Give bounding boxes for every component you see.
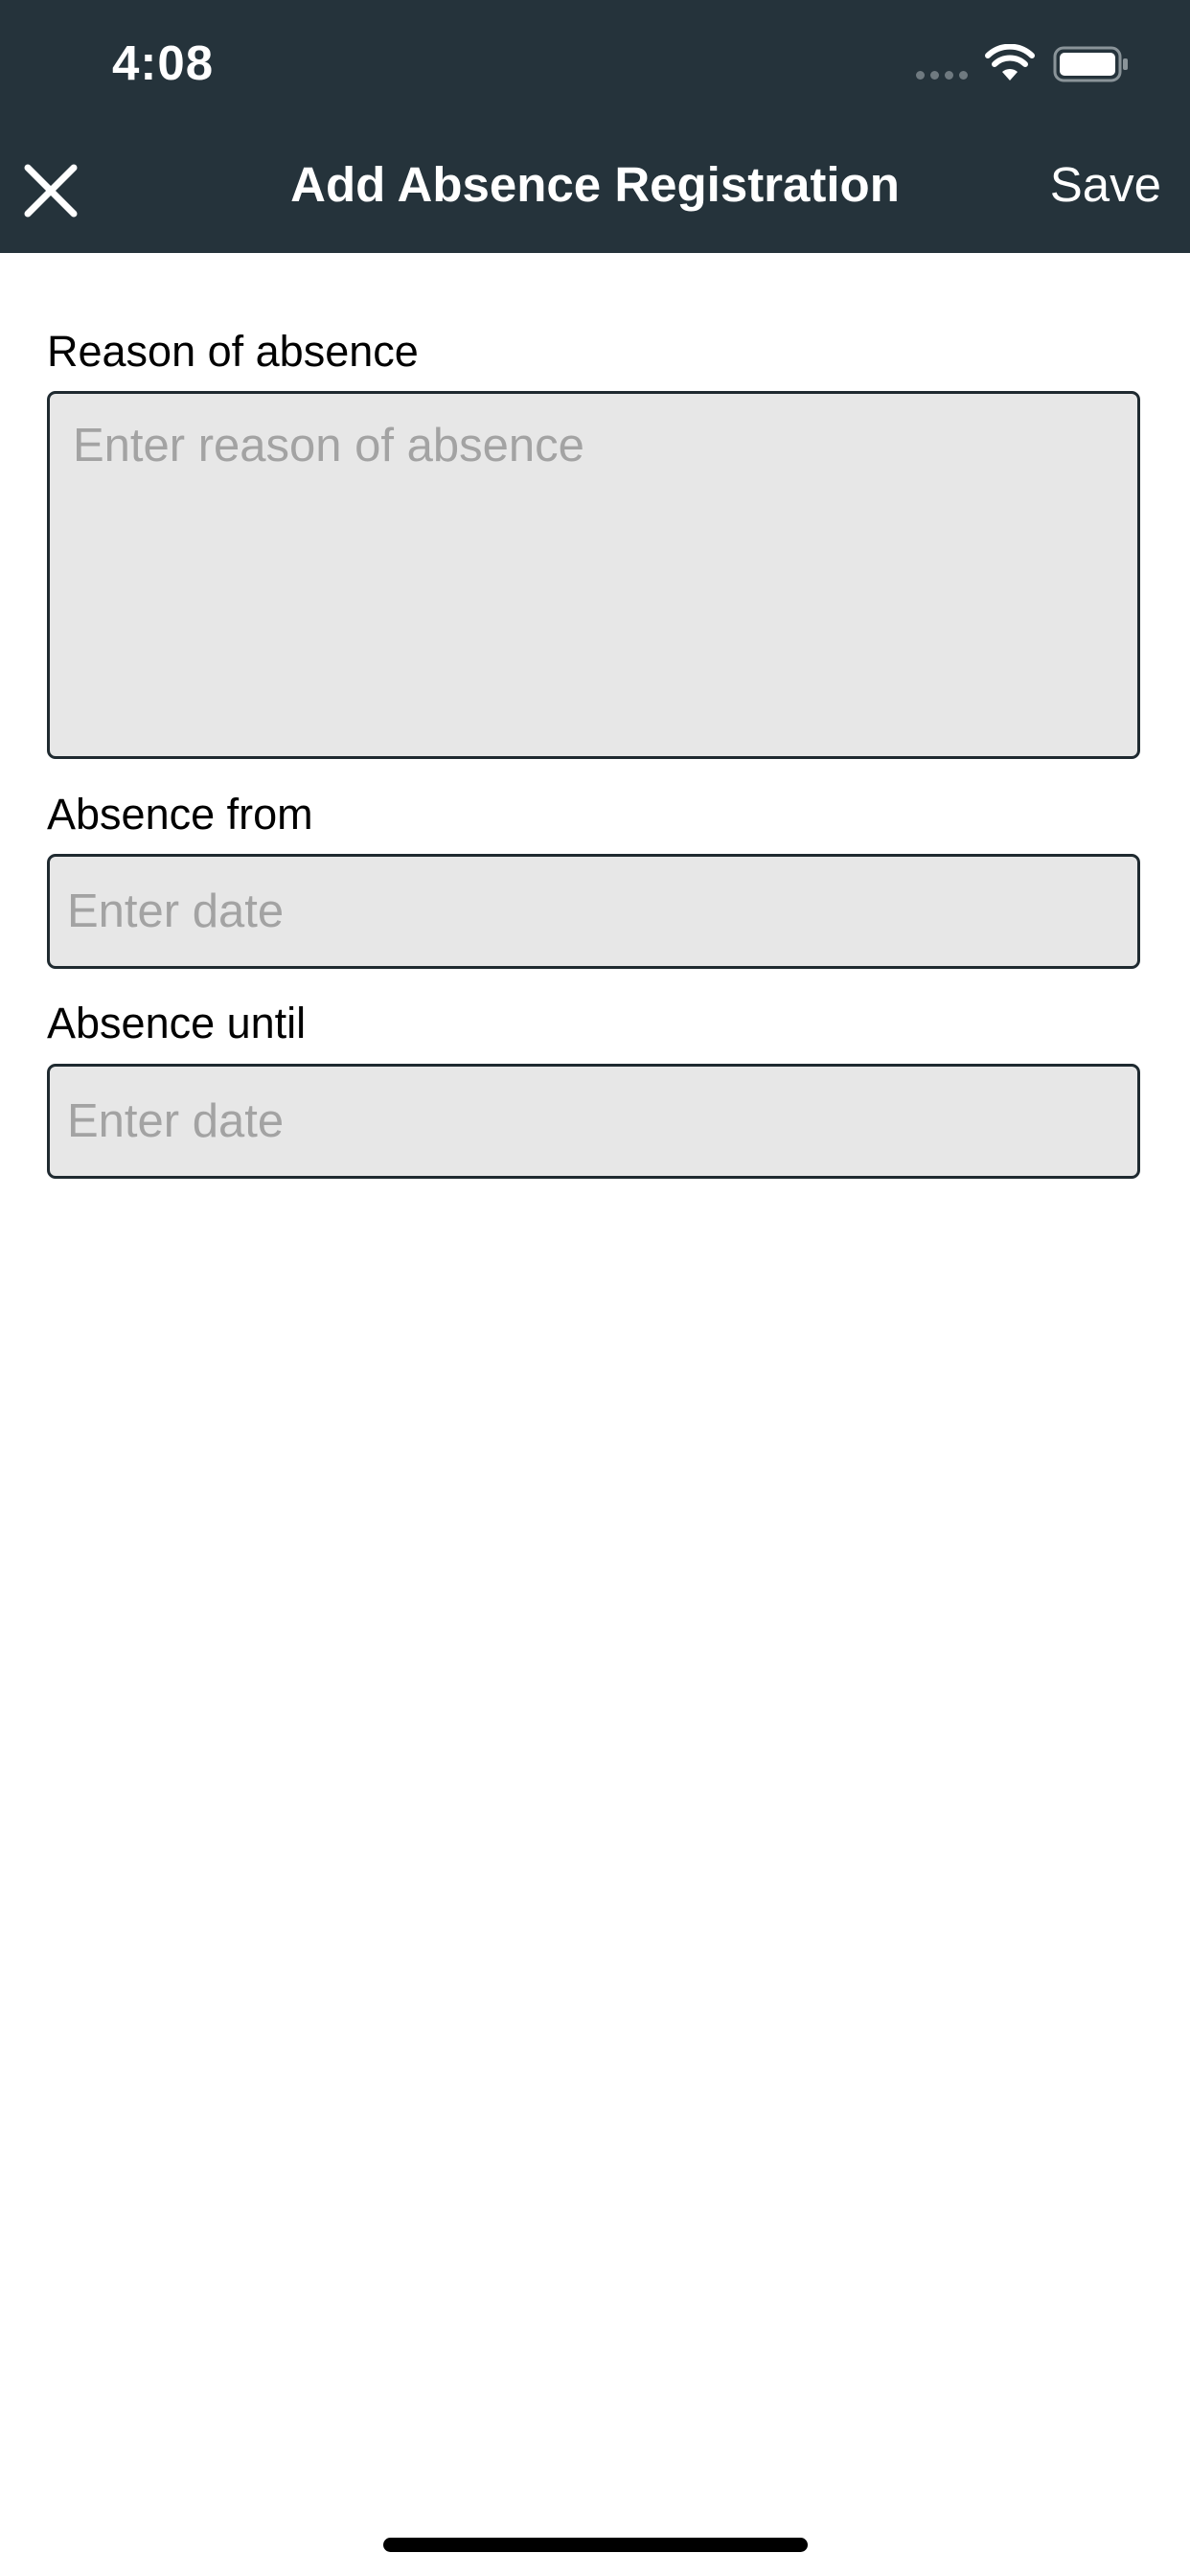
absence-from-label: Absence from bbox=[47, 790, 313, 839]
battery-icon bbox=[1053, 46, 1128, 82]
cellular-signal-icon bbox=[916, 71, 968, 80]
status-time: 4:08 bbox=[112, 35, 215, 90]
reason-label: Reason of absence bbox=[47, 327, 419, 376]
absence-until-label: Absence until bbox=[47, 999, 307, 1047]
wifi-icon bbox=[985, 44, 1035, 80]
page-title: Add Absence Registration bbox=[290, 157, 900, 212]
absence-registration-screen: 4:08 Add Absence Registration Save Reaso… bbox=[0, 0, 1190, 2576]
home-indicator[interactable] bbox=[383, 2538, 808, 2552]
save-button[interactable]: Save bbox=[1050, 156, 1161, 213]
header: 4:08 Add Absence Registration Save bbox=[0, 0, 1190, 253]
absence-from-date-field[interactable] bbox=[47, 854, 1140, 969]
absence-until-date-field[interactable] bbox=[47, 1064, 1140, 1179]
reason-input[interactable] bbox=[47, 391, 1140, 759]
